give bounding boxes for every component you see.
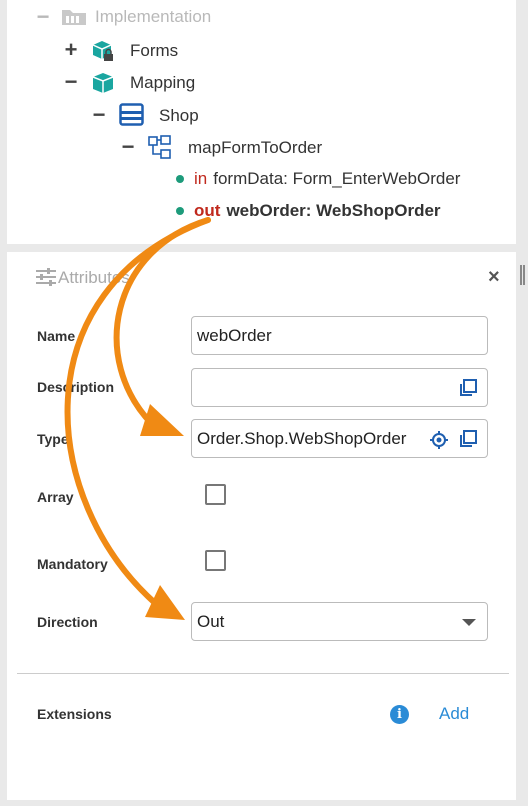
collapse-icon[interactable]: − [63, 67, 79, 97]
info-icon[interactable]: i [390, 705, 409, 724]
package-icon [92, 73, 114, 93]
tree-panel: − Implementation + Forms − Mapping − Sho… [7, 0, 516, 244]
collapse-icon[interactable]: − [91, 100, 107, 130]
dropdown-arrow-icon[interactable] [462, 619, 476, 627]
extensions-label: Extensions [37, 706, 112, 722]
locate-icon[interactable] [429, 430, 449, 450]
type-value: Order.Shop.WebShopOrder [197, 429, 407, 448]
param-out-label: webOrder: WebShopOrder [226, 201, 441, 220]
tree-label-implementation: Implementation [95, 7, 212, 26]
tree-node-param-out[interactable]: out webOrder: WebShopOrder [176, 196, 441, 226]
tree-node-param-in[interactable]: in formData: Form_EnterWebOrder [176, 164, 460, 194]
param-direction-out: out [194, 201, 221, 220]
description-label: Description [37, 379, 115, 395]
type-field[interactable]: Order.Shop.WebShopOrder [191, 419, 488, 458]
tree-label-forms: Forms [130, 41, 179, 60]
tree-label-mapping: Mapping [130, 73, 196, 92]
tree-label-method: mapFormToOrder [188, 138, 323, 157]
parameter-dot-icon [176, 175, 184, 183]
open-editor-icon[interactable] [459, 379, 477, 397]
divider [17, 673, 509, 674]
name-label: Name [37, 328, 76, 344]
param-in-label: formData: Form_EnterWebOrder [213, 169, 461, 188]
collapse-icon[interactable]: − [35, 2, 51, 32]
expand-icon[interactable]: + [63, 35, 79, 65]
tree-label-shop: Shop [159, 106, 199, 125]
collapse-icon[interactable]: − [120, 132, 136, 162]
folder-icon [62, 10, 86, 25]
param-direction-in: in [194, 169, 208, 188]
name-field[interactable]: webOrder [191, 316, 488, 355]
direction-select[interactable]: Out [191, 602, 488, 641]
type-label: Type [37, 431, 69, 447]
mandatory-checkbox[interactable] [205, 550, 226, 571]
panel-title: Attributes [58, 268, 130, 287]
direction-value: Out [197, 612, 225, 631]
parameter-dot-icon [176, 207, 184, 215]
package-locked-icon [92, 41, 113, 61]
operation-icon [148, 135, 171, 159]
resize-handle[interactable] [520, 265, 525, 285]
array-checkbox[interactable] [205, 484, 226, 505]
add-extension-link[interactable]: Add [439, 704, 469, 724]
class-icon [119, 103, 144, 126]
name-value: webOrder [197, 326, 272, 345]
open-editor-icon[interactable] [459, 430, 477, 448]
description-field[interactable] [191, 368, 488, 407]
sliders-icon [36, 268, 56, 286]
direction-label: Direction [37, 614, 98, 630]
close-icon[interactable]: × [488, 266, 500, 289]
mandatory-label: Mandatory [37, 556, 108, 572]
array-label: Array [37, 489, 74, 505]
